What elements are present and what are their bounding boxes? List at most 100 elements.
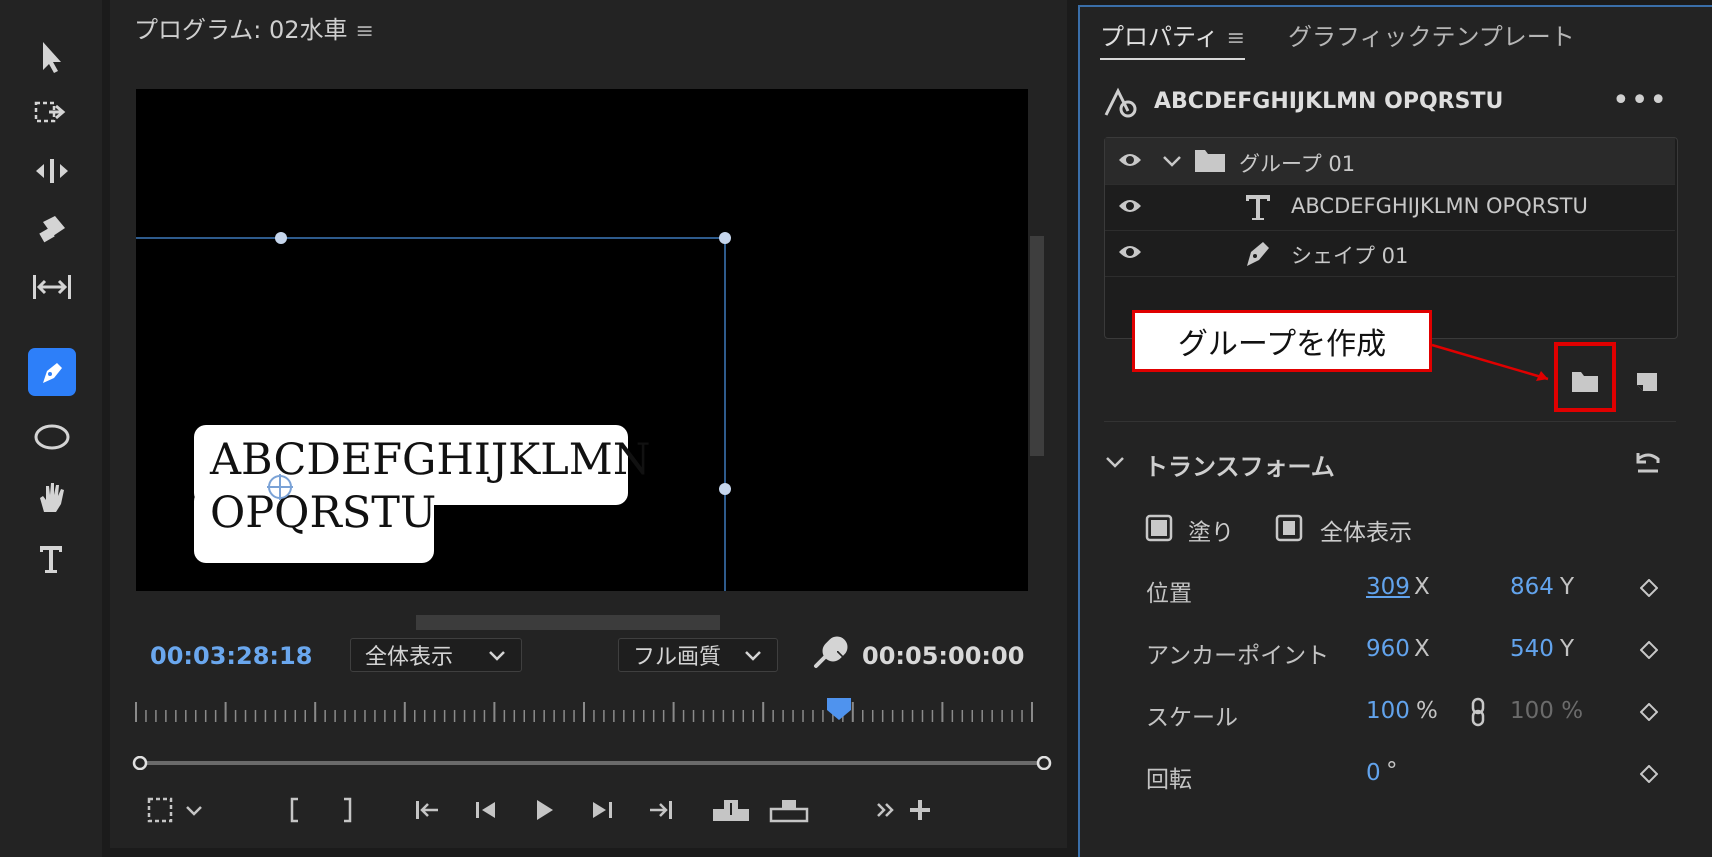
hand-tool[interactable] xyxy=(24,472,80,522)
play-button[interactable] xyxy=(524,790,564,830)
scale-label: スケール xyxy=(1146,705,1238,731)
more-options-icon[interactable]: ••• xyxy=(1612,86,1668,116)
y-unit: Y xyxy=(1560,636,1575,662)
program-monitor: プログラム: 02水車 ≡ ABCDEFGHIJKLMN OPQRSTU 00:0… xyxy=(110,0,1067,848)
position-y-value[interactable]: 864 xyxy=(1510,574,1554,600)
lift-button[interactable] xyxy=(708,790,754,830)
go-to-out-button[interactable] xyxy=(640,790,680,830)
percent-unit: % xyxy=(1416,698,1438,724)
step-forward-icon xyxy=(593,802,612,818)
properties-panel: プロパティ ≡ グラフィックテンプレート ABCDEFGHIJKLMN OPQRS… xyxy=(1078,5,1712,857)
layer-label: グループ 01 xyxy=(1239,152,1356,176)
layer-row-text[interactable]: ABCDEFGHIJKLMN OPQRSTU xyxy=(1105,184,1675,231)
mark-in-button[interactable] xyxy=(274,790,314,830)
tab-properties[interactable]: プロパティ ≡ xyxy=(1100,17,1245,60)
keyframe-toggle-icon[interactable] xyxy=(1640,703,1658,721)
create-group-folder-icon[interactable] xyxy=(1570,369,1600,395)
mark-out-button[interactable] xyxy=(328,790,368,830)
fill-label[interactable]: 塗り xyxy=(1188,513,1234,547)
position-x-value[interactable]: 309 xyxy=(1366,574,1410,600)
mark-out-icon xyxy=(344,797,352,823)
panel-menu-icon[interactable]: ≡ xyxy=(1227,26,1245,51)
object-title: ABCDEFGHIJKLMN OPQRSTU xyxy=(1154,89,1504,114)
x-unit: X xyxy=(1414,574,1430,600)
lift-icon xyxy=(713,800,749,821)
keyframe-toggle-icon[interactable] xyxy=(1640,579,1658,597)
eye-icon[interactable] xyxy=(1117,150,1143,170)
new-layer-icon[interactable] xyxy=(1634,370,1660,394)
ellipse-tool[interactable] xyxy=(24,412,80,462)
path-anchor-point[interactable] xyxy=(275,232,287,244)
reset-icon[interactable] xyxy=(1632,449,1664,477)
extract-button[interactable] xyxy=(766,790,812,830)
chevron-down-icon[interactable] xyxy=(1161,152,1183,170)
vertical-scrollbar[interactable] xyxy=(1030,236,1044,456)
track-select-tool[interactable] xyxy=(24,88,80,138)
tab-graphic-templates[interactable]: グラフィックテンプレート xyxy=(1288,17,1575,52)
selection-tool[interactable] xyxy=(24,32,80,82)
anchor-crosshair-icon[interactable] xyxy=(264,471,296,503)
type-tool[interactable] xyxy=(24,534,80,584)
playhead[interactable] xyxy=(825,696,853,722)
transform-section-title[interactable]: トランスフォーム xyxy=(1144,447,1335,482)
layer-row-group[interactable]: グループ 01 xyxy=(1105,138,1675,185)
ellipse-icon xyxy=(34,424,70,450)
quality-dropdown[interactable]: フル画質 xyxy=(618,638,778,672)
rotation-value[interactable]: 0 xyxy=(1366,760,1381,786)
selection-arrow-icon xyxy=(43,42,61,73)
zoom-dropdown-value: 全体表示 xyxy=(365,645,454,670)
wrench-icon[interactable] xyxy=(810,636,848,674)
overlay-text-line2[interactable]: OPQRSTU xyxy=(210,489,436,537)
scale-value-disabled: 100 % xyxy=(1510,698,1584,724)
chevron-down-icon xyxy=(745,651,761,661)
anchor-y-value[interactable]: 540 xyxy=(1510,636,1554,662)
text-layer-icon xyxy=(1246,195,1270,220)
track-select-icon xyxy=(34,101,66,123)
zoom-dropdown[interactable]: 全体表示 xyxy=(350,638,522,672)
monitor-title: プログラム: 02水車 ≡ xyxy=(134,10,374,45)
go-to-in-icon xyxy=(416,801,438,819)
layer-list: グループ 01 ABCDEFGHIJKLMN OPQRSTU シェイプ 01 xyxy=(1104,137,1678,339)
safe-margins-icon xyxy=(147,797,173,823)
path-anchor-point[interactable] xyxy=(719,483,731,495)
layer-label: シェイプ 01 xyxy=(1291,244,1409,268)
plus-icon xyxy=(910,800,930,820)
layer-label: ABCDEFGHIJKLMN OPQRSTU xyxy=(1291,194,1588,218)
tool-panel xyxy=(0,0,102,857)
extract-icon xyxy=(769,800,809,823)
pen-tool[interactable] xyxy=(28,348,76,396)
eye-icon[interactable] xyxy=(1117,196,1143,216)
current-timecode[interactable]: 00:03:28:18 xyxy=(150,642,312,670)
razor-tool[interactable] xyxy=(24,204,80,254)
anchor-point-label: アンカーポイント xyxy=(1146,643,1330,669)
eye-icon[interactable] xyxy=(1117,242,1143,262)
keyframe-toggle-icon[interactable] xyxy=(1640,765,1658,783)
fill-icon[interactable] xyxy=(1144,513,1174,543)
go-to-in-button[interactable] xyxy=(408,790,448,830)
zoom-scroll-bar[interactable] xyxy=(132,756,1052,770)
fit-label[interactable]: 全体表示 xyxy=(1320,513,1412,547)
layer-row-shape[interactable]: シェイプ 01 xyxy=(1105,230,1675,277)
step-back-icon xyxy=(476,802,495,818)
y-unit: Y xyxy=(1560,574,1575,600)
link-icon[interactable] xyxy=(1470,697,1486,727)
add-button[interactable] xyxy=(900,790,940,830)
scale-value[interactable]: 100 xyxy=(1366,698,1410,724)
duration-timecode: 00:05:00:00 xyxy=(862,642,1025,670)
ripple-edit-tool[interactable] xyxy=(24,146,80,196)
panel-menu-icon[interactable]: ≡ xyxy=(356,19,374,44)
slip-tool[interactable] xyxy=(24,262,80,312)
time-ruler[interactable] xyxy=(134,700,1034,726)
degree-unit: ° xyxy=(1386,758,1398,784)
video-canvas[interactable]: ABCDEFGHIJKLMN OPQRSTU xyxy=(136,89,1028,591)
horizontal-scrollbar[interactable] xyxy=(416,615,720,630)
step-back-button[interactable] xyxy=(466,790,506,830)
anchor-x-value[interactable]: 960 xyxy=(1366,636,1410,662)
step-forward-button[interactable] xyxy=(582,790,622,830)
settings-chevron-button[interactable] xyxy=(174,790,214,830)
slip-icon xyxy=(33,275,71,299)
fit-icon[interactable] xyxy=(1274,513,1304,543)
chevron-down-icon[interactable] xyxy=(1104,453,1126,473)
path-anchor-point[interactable] xyxy=(719,232,731,244)
keyframe-toggle-icon[interactable] xyxy=(1640,641,1658,659)
